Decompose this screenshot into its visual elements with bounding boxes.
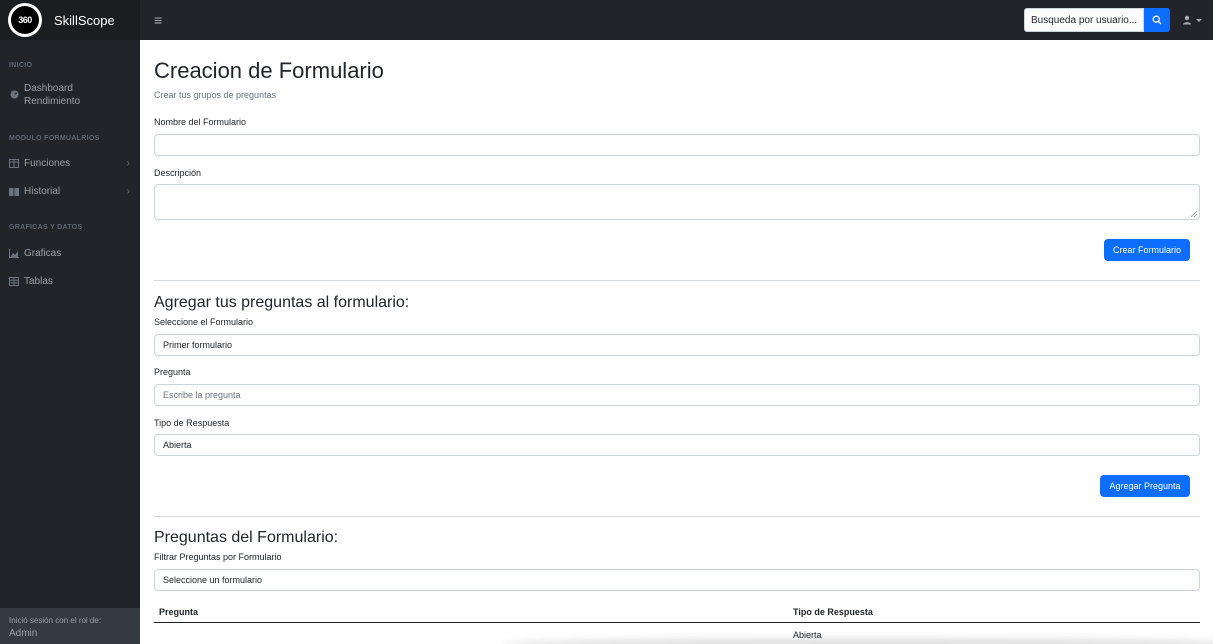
scroll-shadow xyxy=(500,638,1213,644)
search-input[interactable] xyxy=(1024,8,1144,32)
session-role-value: Admin xyxy=(9,628,38,639)
columns-icon xyxy=(9,159,19,169)
question-input[interactable]: Escribe la pregunta xyxy=(154,384,1200,406)
sidebar-heading-modulo: MODULO FORMUALRIOS xyxy=(9,135,100,142)
add-question-button[interactable]: Agregar Pregunta xyxy=(1100,475,1190,497)
sidebar-footer: Inició sesión con el rol de: Admin xyxy=(0,608,140,644)
area-chart-icon xyxy=(9,249,19,259)
caret-down-icon xyxy=(1196,19,1202,22)
user-icon xyxy=(1183,15,1191,25)
book-icon xyxy=(9,187,19,197)
form-description-label: Descripción xyxy=(154,168,202,178)
table-icon xyxy=(9,277,19,287)
form-description-textarea[interactable] xyxy=(154,184,1200,220)
gauge-icon xyxy=(9,89,19,99)
section-divider xyxy=(154,516,1200,517)
section-divider xyxy=(154,280,1200,281)
header-actions xyxy=(1024,8,1213,32)
select-form-dropdown[interactable]: Primer formulario xyxy=(154,334,1200,356)
page-title: Creacion de Formulario xyxy=(154,58,384,83)
filter-form-dropdown[interactable]: Seleccione un formulario xyxy=(154,569,1200,591)
question-label: Pregunta xyxy=(154,367,191,377)
form-name-label: Nombre del Formulario xyxy=(154,117,247,127)
form-name-input[interactable] xyxy=(154,134,1200,156)
brand[interactable]: 360 SkillScope xyxy=(0,0,140,40)
chevron-right-icon: › xyxy=(126,158,130,169)
sidebar-heading-inicio: INICIO xyxy=(9,62,33,69)
user-menu[interactable] xyxy=(1182,15,1203,25)
sidebar-item-label: Graficas xyxy=(24,248,62,259)
select-form-label: Seleccione el Formulario xyxy=(154,317,254,327)
answer-type-dropdown[interactable]: Abierta xyxy=(154,434,1200,456)
sidebar-item-label: Historial xyxy=(24,186,61,197)
sidebar-item-label: Funciones xyxy=(24,158,71,169)
brand-logo-text: 360 xyxy=(11,6,39,34)
sidebar: INICIO Dashboard Rendimiento MODULO FORM… xyxy=(0,40,140,644)
brand-name: SkillScope xyxy=(54,12,115,28)
top-navbar: 360 SkillScope ≡ xyxy=(0,0,1213,40)
search-icon xyxy=(1152,15,1162,25)
resize-grip-icon[interactable] xyxy=(1191,211,1197,217)
session-role-label: Inició sesión con el rol de: xyxy=(9,616,102,625)
hamburger-menu-icon[interactable]: ≡ xyxy=(154,12,162,28)
page-subtitle: Crear tus grupos de preguntas xyxy=(154,90,277,100)
sidebar-item-label: Dashboard Rendimiento xyxy=(24,82,80,108)
search-button[interactable] xyxy=(1144,8,1170,32)
filter-form-label: Filtrar Preguntas por Formulario xyxy=(154,552,282,562)
table-header-question: Pregunta xyxy=(159,607,199,617)
table-header-answer-type: Tipo de Respuesta xyxy=(793,607,873,617)
sidebar-item-tablas[interactable]: Tablas xyxy=(0,276,140,287)
sidebar-item-historial[interactable]: Historial › xyxy=(0,186,140,197)
sidebar-item-funciones[interactable]: Funciones › xyxy=(0,158,140,169)
sidebar-item-graficas[interactable]: Graficas xyxy=(0,248,140,259)
sidebar-heading-graficas: GRAFICAS Y DATOS xyxy=(9,224,83,231)
sidebar-item-label-line2: Rendimiento xyxy=(24,96,81,107)
answer-type-label: Tipo de Respuesta xyxy=(154,418,230,428)
table-header-divider xyxy=(154,622,1200,623)
create-form-button[interactable]: Crear Formulario xyxy=(1104,239,1190,261)
sidebar-item-label-line1: Dashboard xyxy=(24,83,73,94)
add-question-title: Agregar tus preguntas al formulario: xyxy=(154,294,410,311)
questions-title: Preguntas del Formulario: xyxy=(154,529,339,546)
sidebar-item-label: Tablas xyxy=(24,276,53,287)
main-content: Creacion de Formulario Crear tus grupos … xyxy=(140,40,1213,644)
sidebar-item-dashboard[interactable]: Dashboard Rendimiento xyxy=(0,82,140,108)
brand-logo: 360 xyxy=(8,3,42,37)
chevron-right-icon: › xyxy=(126,186,130,197)
